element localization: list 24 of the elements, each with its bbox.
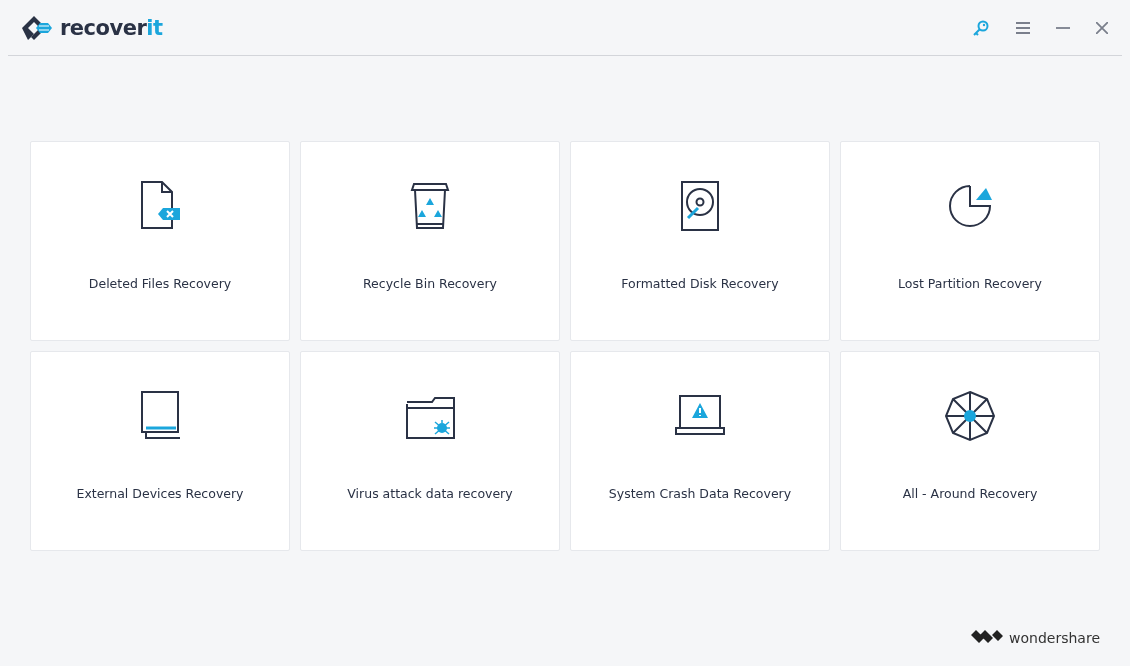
- recovery-option-card[interactable]: System Crash Data Recovery: [570, 351, 830, 551]
- wheel-icon: [944, 390, 996, 442]
- option-label: All - Around Recovery: [902, 486, 1038, 501]
- app-logo-text: recoverit: [60, 15, 163, 40]
- recovery-option-card[interactable]: Formatted Disk Recovery: [570, 141, 830, 341]
- option-label: System Crash Data Recovery: [608, 486, 792, 501]
- brand-logo-icon: [971, 630, 1004, 646]
- recovery-option-card[interactable]: Recycle Bin Recovery: [300, 141, 560, 341]
- option-label: Virus attack data recovery: [347, 486, 513, 501]
- option-label: Recycle Bin Recovery: [363, 276, 497, 291]
- option-label: External Devices Recovery: [76, 486, 244, 501]
- recovery-option-card[interactable]: Lost Partition Recovery: [840, 141, 1100, 341]
- option-label: Lost Partition Recovery: [898, 276, 1042, 291]
- close-icon[interactable]: [1096, 21, 1108, 34]
- recovery-option-card[interactable]: Virus attack data recovery: [300, 351, 560, 551]
- minimize-icon[interactable]: [1056, 26, 1070, 29]
- option-label: Deleted Files Recovery: [88, 276, 232, 291]
- brand-name: wondershare: [1009, 630, 1100, 646]
- recovery-option-card[interactable]: Deleted Files Recovery: [30, 141, 290, 341]
- recovery-option-card[interactable]: External Devices Recovery: [30, 351, 290, 551]
- recovery-option-card[interactable]: All - Around Recovery: [840, 351, 1100, 551]
- option-label: Formatted Disk Recovery: [621, 276, 779, 291]
- key-icon[interactable]: [972, 18, 990, 37]
- menu-icon[interactable]: [1016, 21, 1030, 34]
